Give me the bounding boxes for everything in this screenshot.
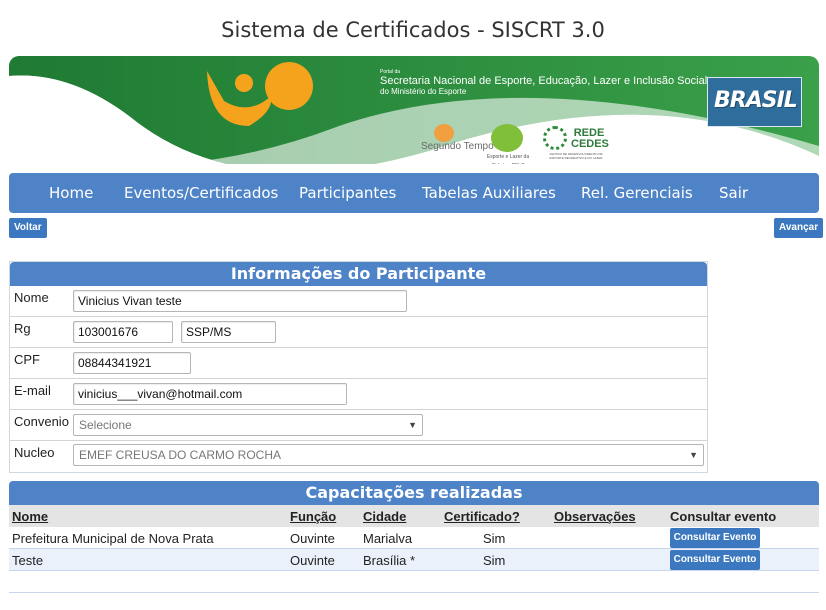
cpf-label: CPF xyxy=(14,352,40,367)
banner-graphic xyxy=(9,56,819,164)
email-label: E-mail xyxy=(14,383,51,398)
rg-issuer-field[interactable]: SSP/MS xyxy=(181,321,276,343)
chevron-down-icon: ▼ xyxy=(408,420,417,430)
email-field[interactable]: vinicius___vivan@hotmail.com xyxy=(73,383,347,405)
rg-field[interactable]: 103001676 xyxy=(73,321,173,343)
cpf-row: CPF 08844341921 xyxy=(10,348,707,379)
logo-segundo-tempo: Segundo Tempo xyxy=(421,141,494,152)
cpf-field[interactable]: 08844341921 xyxy=(73,352,191,374)
back-button[interactable]: Voltar xyxy=(9,218,47,238)
logo-rede-cedes-sub: CENTRO DE DESENVOLVIMENTO DE ESPORTE REC… xyxy=(549,152,603,160)
cell-cidade: Marialva xyxy=(363,531,413,546)
nucleo-select[interactable]: EMEF CREUSA DO CARMO ROCHA ▼ xyxy=(73,444,704,466)
rg-label: Rg xyxy=(14,321,31,336)
portal-subtitle: do Ministério do Esporte xyxy=(380,87,467,96)
column-header-consultar: Consultar evento xyxy=(670,509,777,524)
column-header-nome[interactable]: Nome xyxy=(12,509,48,524)
cell-certificado: Sim xyxy=(483,553,506,568)
column-header-observacoes[interactable]: Observações xyxy=(554,509,636,524)
column-header-certificado[interactable]: Certificado? xyxy=(444,509,520,524)
name-label: Nome xyxy=(14,290,49,305)
pelc-icon xyxy=(491,124,523,152)
consultar-evento-button[interactable]: Consultar Evento xyxy=(670,528,760,548)
cell-certificado: Sim xyxy=(483,531,506,546)
cell-nome: Prefeitura Municipal de Nova Prata xyxy=(12,531,214,546)
trainings-section-title: Capacitações realizadas xyxy=(9,481,819,505)
column-header-cidade[interactable]: Cidade xyxy=(363,509,406,524)
next-button[interactable]: Avançar xyxy=(774,218,824,238)
cell-funcao: Ouvinte xyxy=(290,553,335,568)
main-navbar: Home Eventos/Certificados Participantes … xyxy=(9,173,819,213)
portal-name: Secretaria Nacional de Esporte, Educação… xyxy=(380,75,708,87)
cell-cidade: Brasília * xyxy=(363,553,416,568)
nucleo-row: Nucleo EMEF CREUSA DO CARMO ROCHA ▼ xyxy=(10,441,707,472)
nav-home[interactable]: Home xyxy=(49,184,93,202)
participant-section-title: Informações do Participante xyxy=(10,262,707,286)
participant-info-panel: Informações do Participante Nome Viniciu… xyxy=(9,261,708,473)
header-banner: Portal da Secretaria Nacional de Esporte… xyxy=(9,56,819,164)
cell-funcao: Ouvinte xyxy=(290,531,335,546)
page-title: Sistema de Certificados - SISCRT 3.0 xyxy=(221,18,605,42)
trainings-table: Capacitações realizadas Nome Função Cida… xyxy=(9,481,819,593)
convenio-label: Convenio xyxy=(14,414,69,429)
logo-pelc: Esporte e Lazer da Cidade - PELC xyxy=(486,154,530,164)
nav-tabelas-auxiliares[interactable]: Tabelas Auxiliares xyxy=(422,184,556,202)
convenio-select-value: Selecione xyxy=(79,418,132,432)
name-row: Nome Vinicius Vivan teste xyxy=(10,286,707,317)
logo-rede-cedes: REDE CEDES xyxy=(571,127,609,150)
table-header-row: Nome Função Cidade Certificado? Observaç… xyxy=(9,505,819,527)
nav-eventos-certificados[interactable]: Eventos/Certificados xyxy=(124,184,278,202)
table-footer-row xyxy=(9,571,819,593)
rede-cedes-icon xyxy=(543,126,567,150)
rg-row: Rg 103001676 SSP/MS xyxy=(10,317,707,348)
convenio-select[interactable]: Selecione ▼ xyxy=(73,414,423,436)
name-field[interactable]: Vinicius Vivan teste xyxy=(73,290,407,312)
consultar-evento-button[interactable]: Consultar Evento xyxy=(670,550,760,570)
nav-participantes[interactable]: Participantes xyxy=(299,184,396,202)
table-row: Teste Ouvinte Brasília * Sim Consultar E… xyxy=(9,549,819,571)
segundo-tempo-icon xyxy=(434,124,454,142)
convenio-row: Convenio Selecione ▼ xyxy=(10,410,707,441)
nucleo-select-value: EMEF CREUSA DO CARMO ROCHA xyxy=(79,448,282,462)
nav-rel-gerenciais[interactable]: Rel. Gerenciais xyxy=(581,184,693,202)
cell-nome: Teste xyxy=(12,553,44,568)
nucleo-label: Nucleo xyxy=(14,445,55,460)
brasil-logo: BRASIL xyxy=(707,77,802,127)
nav-sair[interactable]: Sair xyxy=(719,184,748,202)
email-row: E-mail vinicius___vivan@hotmail.com xyxy=(10,379,707,410)
chevron-down-icon: ▼ xyxy=(689,450,698,460)
table-row: Prefeitura Municipal de Nova Prata Ouvin… xyxy=(9,527,819,549)
brasil-logo-text: BRASIL xyxy=(714,88,798,113)
column-header-funcao[interactable]: Função xyxy=(290,509,336,524)
